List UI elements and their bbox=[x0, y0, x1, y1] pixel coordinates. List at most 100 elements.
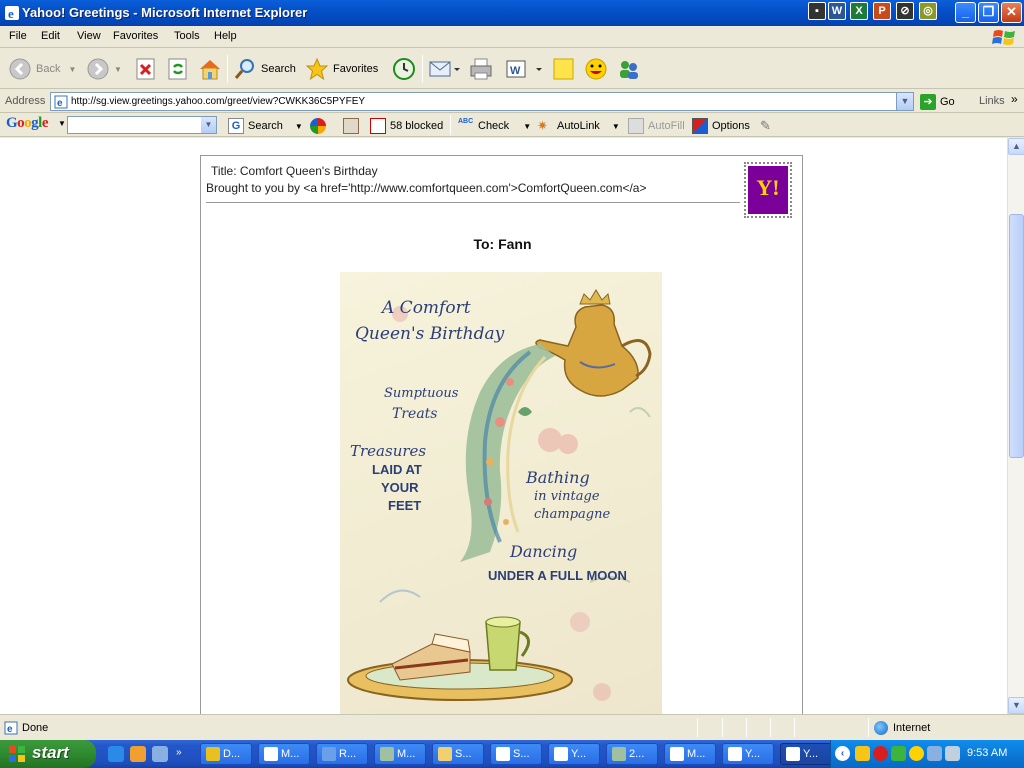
close-button[interactable]: ✕ bbox=[1001, 2, 1022, 23]
greeting-card-frame: Title: Comfort Queen's Birthday Brought … bbox=[200, 155, 803, 714]
scroll-thumb[interactable] bbox=[1009, 214, 1024, 458]
taskbar-button[interactable]: D... bbox=[200, 743, 252, 765]
status-bar: e Done Internet bbox=[0, 714, 1024, 740]
menu-tools[interactable]: Tools bbox=[174, 30, 200, 42]
quicklaunch-media-icon[interactable] bbox=[152, 746, 168, 762]
taskbar-button[interactable]: 2... bbox=[606, 743, 658, 765]
check-dropdown-icon[interactable]: ▼ bbox=[523, 122, 531, 131]
options-button[interactable]: Options bbox=[692, 118, 750, 134]
taskbar-app-icon bbox=[206, 747, 220, 761]
autolink-button[interactable]: ✷ AutoLink ▼ bbox=[537, 118, 620, 134]
popup-blocker-button[interactable]: 58 blocked bbox=[370, 118, 443, 134]
taskbar-button-label: S... bbox=[513, 748, 530, 760]
card-text-treasures: Treasures bbox=[350, 442, 427, 460]
svg-text:e: e bbox=[57, 98, 63, 109]
tray-network-icon[interactable] bbox=[927, 746, 942, 761]
taskbar-button[interactable]: M... bbox=[374, 743, 426, 765]
autolink-dropdown-icon[interactable]: ▼ bbox=[612, 122, 620, 131]
scroll-up-button[interactable]: ▲ bbox=[1008, 138, 1024, 155]
highlighter-icon[interactable]: ✎ bbox=[760, 118, 771, 134]
stop-icon[interactable] bbox=[134, 55, 158, 83]
autolink-label: AutoLink bbox=[557, 120, 600, 132]
search-label: Search bbox=[261, 63, 296, 75]
note-icon[interactable] bbox=[551, 55, 577, 83]
monitor-icon[interactable]: ▪ bbox=[808, 2, 826, 20]
menu-file[interactable]: File bbox=[9, 30, 27, 42]
links-label[interactable]: Links bbox=[979, 95, 1005, 107]
windows-flag-icon bbox=[9, 746, 25, 762]
quicklaunch-chevron-icon[interactable]: » bbox=[176, 747, 182, 758]
minimize-button[interactable]: _ bbox=[955, 2, 976, 23]
address-bar: Address e ▼ ➔ Go Links » bbox=[0, 90, 1024, 113]
spellcheck-button[interactable]: ABC Check ▼ bbox=[458, 118, 531, 134]
tray-expand-icon[interactable]: ‹ bbox=[835, 746, 850, 761]
favorites-button[interactable]: Favorites bbox=[305, 55, 378, 83]
taskbar-app-icon bbox=[786, 747, 800, 761]
history-icon[interactable] bbox=[391, 55, 417, 83]
word-icon[interactable]: W bbox=[828, 2, 846, 20]
tray-status-icon[interactable] bbox=[891, 746, 906, 761]
pagerank-icon[interactable] bbox=[310, 118, 330, 134]
quicklaunch-messenger-icon[interactable] bbox=[130, 746, 146, 762]
links-chevron-icon[interactable]: » bbox=[1011, 92, 1018, 106]
search-button[interactable]: Search bbox=[233, 55, 296, 83]
tray-shield-icon[interactable] bbox=[855, 746, 870, 761]
card-sponsor-line: Brought to you by <a href='http://www.co… bbox=[206, 181, 647, 195]
forward-button[interactable]: ▼ bbox=[86, 55, 122, 83]
tray-volume-icon[interactable] bbox=[945, 746, 960, 761]
taskbar-button[interactable]: Y... bbox=[780, 743, 832, 765]
autofill-button[interactable]: AutoFill bbox=[628, 118, 685, 134]
powerpoint-icon[interactable]: P bbox=[873, 2, 891, 20]
google-menu-dropdown-icon[interactable]: ▼ bbox=[58, 119, 66, 128]
address-field[interactable]: e ▼ bbox=[50, 92, 914, 111]
edit-word-icon[interactable]: W bbox=[504, 55, 546, 83]
menu-view[interactable]: View bbox=[77, 30, 101, 42]
google-logo[interactable]: Google bbox=[6, 115, 49, 132]
taskbar-button[interactable]: Y... bbox=[722, 743, 774, 765]
taskbar-button[interactable]: S... bbox=[432, 743, 484, 765]
vertical-scrollbar[interactable]: ▲ ▼ bbox=[1007, 138, 1024, 714]
taskbar-button[interactable]: R... bbox=[316, 743, 368, 765]
refresh-icon[interactable] bbox=[166, 55, 190, 83]
mail-icon[interactable] bbox=[428, 55, 462, 83]
forward-dropdown-icon[interactable]: ▼ bbox=[114, 65, 122, 74]
print-icon[interactable] bbox=[468, 55, 494, 83]
google-search-dropdown-icon[interactable]: ▼ bbox=[201, 117, 216, 133]
go-button[interactable]: ➔ Go bbox=[920, 93, 955, 110]
scroll-down-button[interactable]: ▼ bbox=[1008, 697, 1024, 714]
menu-favorites[interactable]: Favorites bbox=[113, 30, 158, 42]
messenger-smiley-icon[interactable] bbox=[584, 55, 610, 83]
card-text-laid-at: LAID AT bbox=[372, 462, 422, 477]
taskbar-button[interactable]: M... bbox=[258, 743, 310, 765]
quicklaunch-ie-icon[interactable] bbox=[108, 746, 124, 762]
start-button[interactable]: start bbox=[0, 740, 96, 768]
taskbar-button[interactable]: S... bbox=[490, 743, 542, 765]
restore-button[interactable]: ❐ bbox=[978, 2, 999, 23]
back-button[interactable]: Back ▼ bbox=[8, 55, 76, 83]
office-icon[interactable]: ◎ bbox=[919, 2, 937, 20]
menu-edit[interactable]: Edit bbox=[41, 30, 60, 42]
teapot-illustration bbox=[535, 289, 652, 397]
address-label: Address bbox=[5, 95, 46, 107]
url-input[interactable] bbox=[71, 94, 891, 109]
taskbar-button[interactable]: M... bbox=[664, 743, 716, 765]
page-viewport[interactable]: Title: Comfort Queen's Birthday Brought … bbox=[0, 138, 1024, 714]
home-icon[interactable] bbox=[197, 55, 223, 83]
tray-antivirus-icon[interactable] bbox=[873, 746, 888, 761]
taskbar-button[interactable]: Y... bbox=[548, 743, 600, 765]
back-dropdown-icon[interactable]: ▼ bbox=[68, 65, 76, 74]
messenger-buddies-icon[interactable] bbox=[616, 55, 642, 83]
taskbar: start » D... M... R... M... S... S... Y... 2...… bbox=[0, 740, 1024, 768]
access-icon[interactable]: ⊘ bbox=[896, 2, 914, 20]
go-arrow-icon: ➔ bbox=[920, 93, 936, 110]
address-dropdown-icon[interactable]: ▼ bbox=[896, 93, 913, 110]
excel-icon[interactable]: X bbox=[850, 2, 868, 20]
news-icon[interactable] bbox=[343, 118, 363, 134]
menu-help[interactable]: Help bbox=[214, 30, 237, 42]
google-search-options-dropdown-icon[interactable]: ▼ bbox=[295, 122, 303, 131]
google-search-input[interactable]: ▼ bbox=[67, 116, 217, 134]
divider bbox=[206, 202, 740, 203]
tray-messenger-icon[interactable] bbox=[909, 746, 924, 761]
google-search-button[interactable]: G Search ▼ bbox=[228, 118, 303, 134]
taskbar-button-label: Y... bbox=[571, 748, 587, 760]
